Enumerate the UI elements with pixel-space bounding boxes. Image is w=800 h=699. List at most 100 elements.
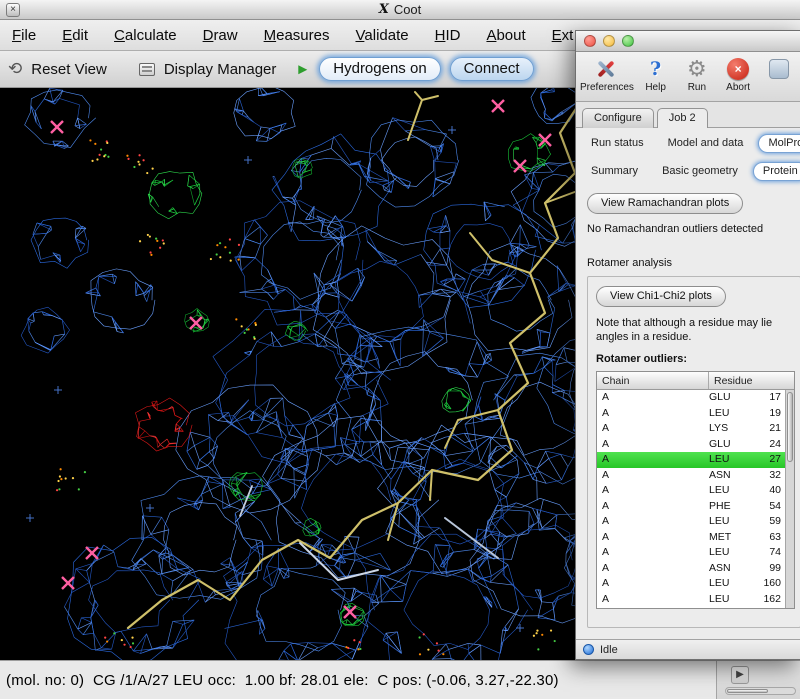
horizontal-scrollbar[interactable] (725, 687, 796, 695)
abort-label: Abort (721, 82, 756, 93)
window-title-text: Coot (394, 2, 421, 17)
tab-protein[interactable]: Protein (753, 162, 800, 181)
cell-chain: A (597, 390, 709, 406)
cell-chain: A (597, 437, 709, 453)
cell-number: 74 (751, 545, 781, 561)
table-row[interactable]: ALEU40 (597, 483, 794, 499)
cell-number: 21 (751, 421, 781, 437)
table-vertical-scrollbar[interactable] (785, 390, 794, 608)
cell-number: 59 (751, 514, 781, 530)
rotamer-note-line1: Note that although a residue may lie (596, 316, 800, 330)
cell-number: 19 (751, 406, 781, 422)
tab-job-2[interactable]: Job 2 (657, 108, 708, 128)
cell-number: 63 (751, 530, 781, 546)
run-label: Run (679, 82, 714, 93)
hydrogens-toggle-button[interactable]: Hydrogens on (319, 57, 440, 81)
connect-toggle-button[interactable]: Connect (450, 57, 534, 81)
table-row[interactable]: APHE54 (597, 499, 794, 515)
tab-summary[interactable]: Summary (582, 163, 647, 180)
tab-run-status[interactable]: Run status (582, 135, 653, 152)
coot-statusbar: (mol. no: 0) CG /1/A/27 LEU occ: 1.00 bf… (0, 660, 800, 699)
table-row[interactable]: AGLU24 (597, 437, 794, 453)
rotamer-analysis-label: Rotamer analysis (587, 257, 800, 269)
cell-residue: LEU (709, 545, 751, 561)
cell-chain: A (597, 576, 709, 592)
display-manager-button[interactable]: Display Manager (164, 61, 277, 78)
table-row[interactable]: ALEU59 (597, 514, 794, 530)
table-row[interactable]: AASN32 (597, 468, 794, 484)
cell-chain: A (597, 421, 709, 437)
reset-view-button[interactable]: Reset View (31, 61, 107, 78)
menu-item-calculate[interactable]: Calculate (114, 27, 177, 44)
expand-right-button[interactable]: ▶ (731, 666, 749, 684)
tabs-sub-row: SummaryBasic geometryProteinC (576, 156, 800, 184)
menu-item-ext[interactable]: Ext (552, 27, 574, 44)
menu-item-validate[interactable]: Validate (355, 27, 408, 44)
window-title: X Coot (379, 2, 422, 17)
table-row[interactable]: AMET63 (597, 530, 794, 546)
zoom-traffic-light[interactable] (622, 35, 634, 47)
cell-residue: LEU (709, 514, 751, 530)
cell-number: 27 (751, 452, 781, 468)
column-header-residue[interactable]: Residue (709, 375, 753, 387)
menu-item-draw[interactable]: Draw (203, 27, 238, 44)
cell-chain: A (597, 514, 709, 530)
window-close-icon[interactable]: × (6, 3, 20, 17)
abort-button[interactable]: ×Abort (721, 55, 756, 101)
phenix-statusbar: Idle (576, 639, 800, 659)
table-row[interactable]: ALEU19 (597, 406, 794, 422)
abort-icon: × (721, 55, 756, 82)
table-scrollbar-thumb[interactable] (787, 392, 793, 462)
column-header-chain[interactable]: Chain (597, 372, 709, 389)
cell-chain: A (597, 468, 709, 484)
close-traffic-light[interactable] (584, 35, 596, 47)
table-row[interactable]: ALEU74 (597, 545, 794, 561)
minimize-traffic-light[interactable] (603, 35, 615, 47)
display-manager-icon[interactable] (139, 63, 155, 76)
coot-titlebar: × X Coot (0, 0, 800, 20)
help-icon: ? (638, 55, 673, 82)
tab-configure[interactable]: Configure (582, 108, 654, 128)
menu-item-about[interactable]: About (486, 27, 525, 44)
cell-chain: A (597, 406, 709, 422)
cell-number: 17 (751, 390, 781, 406)
view-chi1-chi2-plots-button[interactable]: View Chi1-Chi2 plots (596, 286, 726, 307)
statusbar-right-panel: ▶ (716, 661, 800, 699)
menu-item-hid[interactable]: HID (435, 27, 461, 44)
view-ramachandran-plots-button[interactable]: View Ramachandran plots (587, 193, 743, 214)
cell-chain: A (597, 499, 709, 515)
cell-residue: LEU (709, 406, 751, 422)
table-row[interactable]: AASN99 (597, 561, 794, 577)
table-row[interactable]: AGLU17 (597, 390, 794, 406)
table-row[interactable]: ALEU27 (597, 452, 794, 468)
cell-residue: LEU (709, 452, 751, 468)
cell-residue: ASN (709, 468, 751, 484)
menu-item-measures[interactable]: Measures (264, 27, 330, 44)
tabs-top-row: ConfigureJob 2 (576, 102, 800, 128)
cell-number: 40 (751, 483, 781, 499)
horizontal-scrollbar-thumb[interactable] (727, 689, 768, 693)
cell-number: 24 (751, 437, 781, 453)
go-arrow-icon[interactable]: ► (295, 61, 310, 78)
cell-residue: LEU (709, 483, 751, 499)
preferences-icon (580, 55, 632, 82)
table-row[interactable]: ALYS21 (597, 421, 794, 437)
cell-number: 160 (751, 576, 781, 592)
phenix-status-text: Idle (600, 644, 618, 656)
menu-item-file[interactable]: File (12, 27, 36, 44)
tab-basic-geometry[interactable]: Basic geometry (653, 163, 747, 180)
cell-chain: A (597, 530, 709, 546)
tab-model-and-data[interactable]: Model and data (659, 135, 753, 152)
table-header-row: Chain Residue (597, 372, 794, 390)
status-orb-icon (583, 644, 594, 655)
tab-molprobity[interactable]: MolProbity (758, 134, 800, 153)
menu-item-edit[interactable]: Edit (62, 27, 88, 44)
table-row[interactable]: ALEU162 (597, 592, 794, 608)
preferences-button[interactable]: Preferences (580, 55, 632, 101)
table-row[interactable]: ALEU160 (597, 576, 794, 592)
reset-view-icon[interactable]: ⟲ (8, 59, 22, 79)
help-button[interactable]: ?Help (638, 55, 673, 101)
phenix-window: Preferences?Help⚙Run×Abort ConfigureJob … (575, 30, 800, 660)
run-button[interactable]: ⚙Run (679, 55, 714, 101)
clipped-toolbar-button[interactable] (762, 55, 797, 101)
